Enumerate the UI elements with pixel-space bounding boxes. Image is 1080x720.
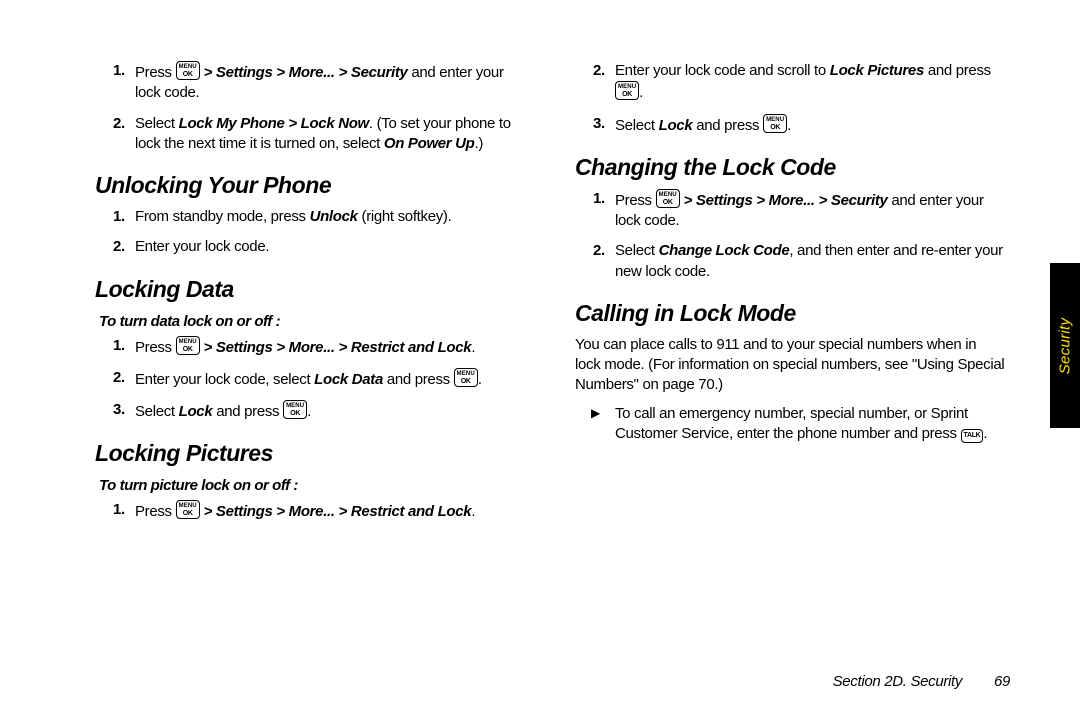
text: . [639,84,643,101]
locking-pictures-steps: 1. Press MENUOK > Settings > More... > R… [95,500,525,522]
text: . [471,503,475,520]
heading-calling-in-lock-mode: Calling in Lock Mode [575,300,1005,327]
menu-ok-key-icon: MENUOK [283,400,307,419]
bold-italic: Lock Data [314,371,383,388]
lead-in-text: To turn picture lock on or off : [99,477,525,494]
text: and press [692,117,763,134]
text: Select [615,242,659,259]
step-number: 1. [593,189,605,209]
left-column: 1. Press MENUOK > Settings > More... > S… [95,55,525,645]
bold-italic: Lock [179,403,213,420]
text: and press [383,371,454,388]
step-number: 2. [113,368,125,388]
step-number: 2. [113,237,125,257]
text: and press [924,62,991,79]
bold-italic: Lock My Phone > Lock Now [179,115,369,132]
heading-locking-pictures: Locking Pictures [95,440,525,467]
step-number: 2. [113,114,125,134]
step-number: 3. [593,114,605,134]
menu-ok-key-icon: MENUOK [454,368,478,387]
top-steps: 1. Press MENUOK > Settings > More... > S… [95,61,525,154]
step-number: 1. [113,207,125,227]
menu-ok-key-icon: MENUOK [615,81,639,100]
step-item: 1. Press MENUOK > Settings > More... > S… [575,189,1005,232]
nav-path: > Settings > More... > Restrict and Lock [204,339,472,356]
bold-italic: Lock Pictures [830,62,924,79]
lead-in-text: To turn data lock on or off : [99,313,525,330]
step-number: 3. [113,400,125,420]
step-item: 1. Press MENUOK > Settings > More... > R… [95,336,525,358]
nav-path: > Settings > More... > Security [204,64,408,81]
paragraph: You can place calls to 911 and to your s… [575,335,1005,396]
nav-path: > Settings > More... > Security [684,192,888,209]
step-number: 2. [593,241,605,261]
page-footer: Section 2D. Security 69 [833,673,1010,690]
text: Select [135,403,179,420]
text: . [787,117,791,134]
talk-key-icon: TALK [961,429,984,443]
text: To call an emergency number, special num… [615,405,968,442]
step-item: 1. Press MENUOK > Settings > More... > S… [95,61,525,104]
text: Select [135,115,179,132]
text: Press [615,192,656,209]
menu-ok-key-icon: MENUOK [656,189,680,208]
text: Press [135,64,176,81]
text: and press [212,403,283,420]
step-item: 2. Enter your lock code. [95,237,525,257]
step-number: 1. [113,336,125,356]
bold-italic: Unlock [310,208,358,225]
footer-page-number: 69 [994,673,1010,690]
nav-path: > Settings > More... > Restrict and Lock [204,503,472,520]
text: Enter your lock code, select [135,371,314,388]
continued-steps: 2. Enter your lock code and scroll to Lo… [575,61,1005,136]
text: (right softkey). [358,208,452,225]
step-number: 2. [593,61,605,81]
text: Press [135,503,176,520]
step-number: 1. [113,500,125,520]
text: Select [615,117,659,134]
step-item: 1. From standby mode, press Unlock (righ… [95,207,525,227]
bold-italic: On Power Up [384,135,475,152]
menu-ok-key-icon: MENUOK [763,114,787,133]
step-item: 3. Select Lock and press MENUOK. [95,400,525,422]
text: .) [475,135,484,152]
text: From standby mode, press [135,208,310,225]
step-number: 1. [113,61,125,81]
step-item: 2. Select Lock My Phone > Lock Now. (To … [95,114,525,155]
text: Press [135,339,176,356]
side-tab-label: Security [1057,317,1074,374]
footer-section: Section 2D. Security [833,673,963,690]
step-item: 2. Select Change Lock Code, and then ent… [575,241,1005,282]
menu-ok-key-icon: MENUOK [176,500,200,519]
locking-data-steps: 1. Press MENUOK > Settings > More... > R… [95,336,525,423]
text: Enter your lock code and scroll to [615,62,830,79]
text: . [478,371,482,388]
text: . [983,425,987,442]
two-column-layout: 1. Press MENUOK > Settings > More... > S… [95,55,1010,645]
calling-bullets: To call an emergency number, special num… [575,404,1005,445]
heading-locking-data: Locking Data [95,276,525,303]
text: Enter your lock code. [135,238,269,255]
text: . [471,339,475,356]
manual-page: 1. Press MENUOK > Settings > More... > S… [0,0,1080,720]
changing-lock-code-steps: 1. Press MENUOK > Settings > More... > S… [575,189,1005,282]
bullet-item: To call an emergency number, special num… [575,404,1005,445]
unlocking-steps: 1. From standby mode, press Unlock (righ… [95,207,525,258]
heading-changing-lock-code: Changing the Lock Code [575,154,1005,181]
bold-italic: Change Lock Code [659,242,790,259]
step-item: 2. Enter your lock code and scroll to Lo… [575,61,1005,104]
menu-ok-key-icon: MENUOK [176,336,200,355]
side-tab: Security [1050,263,1080,428]
heading-unlocking-your-phone: Unlocking Your Phone [95,172,525,199]
step-item: 1. Press MENUOK > Settings > More... > R… [95,500,525,522]
step-item: 3. Select Lock and press MENUOK. [575,114,1005,136]
text: . [307,403,311,420]
bold-italic: Lock [659,117,693,134]
right-column: 2. Enter your lock code and scroll to Lo… [575,55,1005,645]
step-item: 2. Enter your lock code, select Lock Dat… [95,368,525,390]
menu-ok-key-icon: MENUOK [176,61,200,80]
